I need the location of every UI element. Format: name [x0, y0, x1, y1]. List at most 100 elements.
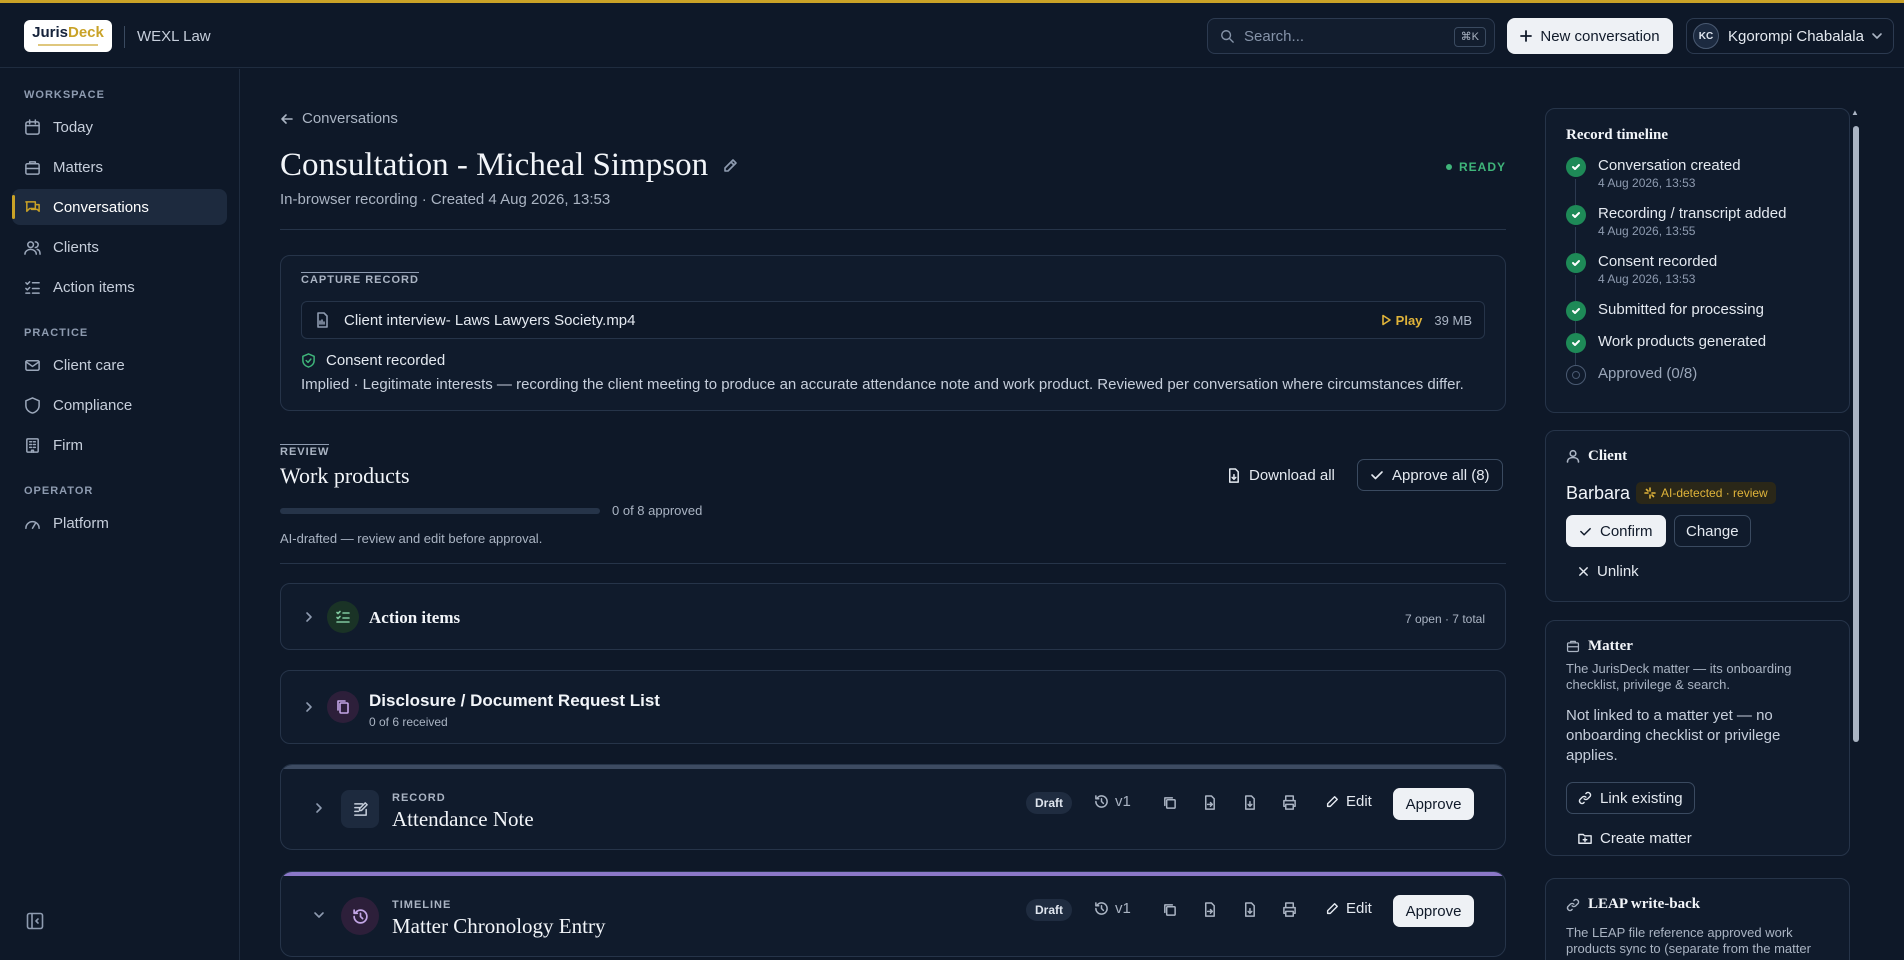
timeline-label: Consent recorded — [1598, 253, 1718, 270]
scrollbar-thumb[interactable] — [1853, 126, 1859, 742]
sidebar-item-label: Compliance — [53, 396, 133, 414]
edit-button[interactable]: Edit — [1325, 793, 1372, 810]
status-text: READY — [1458, 160, 1506, 174]
approve-button[interactable]: Approve — [1393, 895, 1474, 927]
section-workspace: WORKSPACE — [24, 89, 105, 101]
sidebar-item-label: Clients — [53, 238, 99, 256]
section-practice: PRACTICE — [24, 327, 89, 339]
print-icon[interactable] — [1282, 902, 1297, 917]
card-accent-bar — [281, 765, 1505, 769]
approve-all-button[interactable]: Approve all (8) — [1357, 459, 1503, 491]
search-input[interactable]: Search... — [1244, 28, 1304, 45]
sidebar-item-today[interactable]: Today — [12, 109, 227, 145]
avatar: KC — [1693, 23, 1719, 49]
version-label: v1 — [1115, 900, 1131, 917]
file-export-icon[interactable] — [1202, 795, 1217, 810]
section-operator: OPERATOR — [24, 485, 94, 497]
sidebar-item-label: Conversations — [53, 198, 149, 216]
file-audio-icon — [314, 312, 330, 328]
sidebar-item-label: Matters — [53, 158, 104, 176]
check-icon — [1579, 525, 1592, 538]
sidebar-item-client-care[interactable]: Client care — [12, 347, 227, 383]
check-icon — [1370, 468, 1384, 482]
header-divider — [124, 26, 125, 48]
version-label: v1 — [1115, 793, 1131, 810]
change-client-button[interactable]: Change — [1674, 515, 1751, 547]
sidebar-item-platform[interactable]: Platform — [12, 505, 227, 541]
sidebar: WORKSPACE Today Matters Conversations Cl… — [0, 69, 240, 960]
check-circle-icon — [1566, 157, 1586, 177]
timeline-label: Work products generated — [1598, 333, 1767, 350]
new-conversation-button[interactable]: New conversation — [1507, 18, 1673, 54]
chevron-right-icon[interactable] — [303, 701, 315, 713]
sidebar-item-action-items[interactable]: Action items — [12, 269, 227, 305]
timeline-title: Record timeline — [1566, 127, 1669, 143]
play-button[interactable]: Play — [1380, 313, 1422, 328]
file-download-icon[interactable] — [1242, 902, 1257, 917]
sidebar-item-label: Today — [53, 118, 94, 136]
pencil-icon[interactable] — [722, 158, 738, 174]
work-product-card[interactable]: RECORD Attendance Note Draft v1 Edit App… — [280, 764, 1506, 850]
chevron-right-icon[interactable] — [303, 611, 315, 623]
action-items-row[interactable]: Action items 7 open · 7 total — [280, 583, 1506, 650]
status-badge: Draft — [1026, 899, 1073, 921]
card-accent-bar — [281, 872, 1505, 876]
page-title-text: Consultation - Micheal Simpson — [280, 147, 709, 183]
note-edit-icon — [341, 790, 379, 828]
user-menu[interactable]: KC Kgorompi Chabalala — [1686, 18, 1894, 54]
timeline-time: 4 Aug 2026, 13:53 — [1598, 272, 1696, 286]
file-download-icon — [1226, 467, 1241, 483]
sidebar-item-matters[interactable]: Matters — [12, 149, 227, 185]
timeline-time: 4 Aug 2026, 13:55 — [1598, 224, 1696, 238]
link-existing-matter-button[interactable]: Link existing — [1566, 782, 1695, 814]
chat-icon — [24, 199, 41, 216]
ai-detected-label: AI-detected · review — [1661, 486, 1768, 500]
edit-button[interactable]: Edit — [1325, 900, 1372, 917]
approve-button[interactable]: Approve — [1393, 788, 1474, 820]
pencil-icon — [1325, 902, 1339, 916]
chevron-down-icon[interactable] — [313, 909, 325, 921]
matter-panel: Matter The JurisDeck matter — its onboar… — [1545, 620, 1850, 856]
copy-icon[interactable] — [1162, 902, 1177, 917]
sidebar-item-clients[interactable]: Clients — [12, 229, 227, 265]
work-product-card[interactable]: TIMELINE Matter Chronology Entry Draft v… — [280, 871, 1506, 957]
leap-write-back-panel: LEAP write-back The LEAP file reference … — [1545, 878, 1850, 960]
search-box[interactable]: Search... ⌘K — [1207, 18, 1495, 54]
sidebar-item-compliance[interactable]: Compliance — [12, 387, 227, 423]
timeline-connector — [1575, 275, 1576, 301]
chevron-right-icon[interactable] — [313, 802, 325, 814]
work-products-title: Work products — [280, 463, 410, 488]
documents-icon — [327, 691, 359, 723]
create-matter-button[interactable]: Create matter — [1566, 822, 1704, 854]
copy-icon[interactable] — [1162, 795, 1177, 810]
download-all-button[interactable]: Download all — [1226, 459, 1335, 491]
divider — [280, 229, 1506, 230]
page-title: Consultation - Micheal Simpson — [280, 147, 738, 184]
version-history-button[interactable]: v1 — [1094, 793, 1131, 810]
file-download-icon[interactable] — [1242, 795, 1257, 810]
disclosure-title: Disclosure / Document Request List — [369, 691, 660, 710]
back-link[interactable]: Conversations — [280, 110, 398, 127]
sidebar-item-label: Client care — [53, 356, 125, 374]
print-icon[interactable] — [1282, 795, 1297, 810]
approval-progress-text: 0 of 8 approved — [612, 503, 703, 518]
search-shortcut: ⌘K — [1453, 27, 1486, 47]
version-history-button[interactable]: v1 — [1094, 900, 1131, 917]
disclosure-row[interactable]: Disclosure / Document Request List 0 of … — [280, 670, 1506, 744]
file-export-icon[interactable] — [1202, 902, 1217, 917]
firm-name: WEXL Law — [137, 28, 211, 45]
recording-file-row[interactable]: Client interview- Laws Lawyers Society.m… — [301, 301, 1485, 339]
history-icon — [1094, 794, 1109, 809]
collapse-sidebar-icon[interactable] — [26, 912, 44, 930]
app-logo[interactable]: JurisDeck — [24, 20, 112, 52]
top-bar: JurisDeck WEXL Law Search... ⌘K New conv… — [0, 3, 1904, 68]
sidebar-item-firm[interactable]: Firm — [12, 427, 227, 463]
sidebar-item-conversations[interactable]: Conversations — [12, 189, 227, 225]
scroll-up-arrow[interactable]: ▲ — [1851, 108, 1859, 117]
confirm-client-button[interactable]: Confirm — [1566, 515, 1666, 547]
work-product-kicker: RECORD — [392, 792, 446, 804]
unlink-client-button[interactable]: Unlink — [1566, 555, 1651, 587]
sidebar-item-label: Action items — [53, 278, 135, 296]
gauge-icon — [24, 515, 41, 532]
record-timeline-panel: Record timeline Conversation created 4 A… — [1545, 108, 1850, 413]
